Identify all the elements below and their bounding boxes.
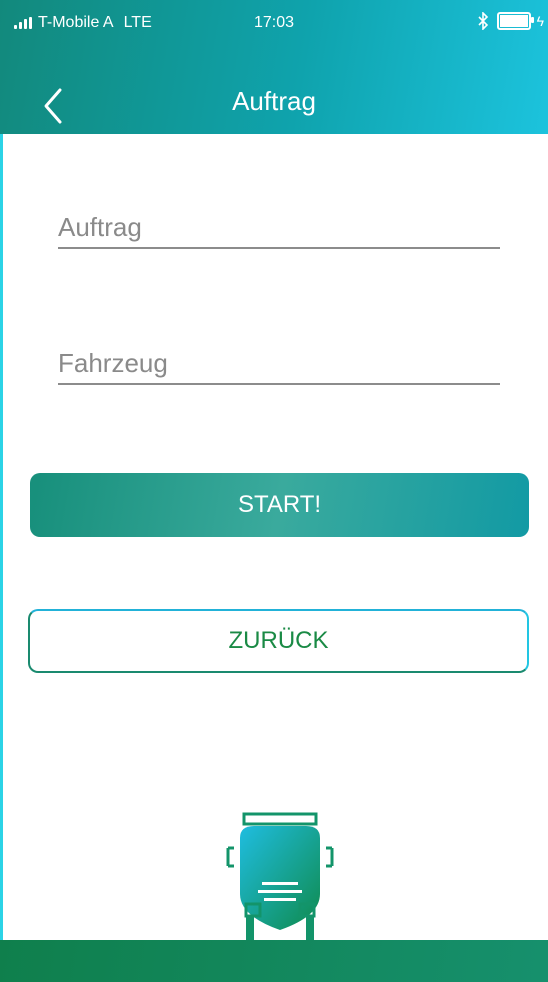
back-button[interactable]: ZURÜCK <box>28 609 529 673</box>
status-time: 17:03 <box>253 14 295 31</box>
footer-bar <box>0 940 548 982</box>
fahrzeug-input[interactable] <box>58 348 500 379</box>
bluetooth-icon <box>478 12 488 30</box>
status-bar: T-Mobile A LTE 17:03 ϟ <box>0 0 548 46</box>
battery-icon <box>496 12 534 30</box>
auftrag-input[interactable] <box>58 212 500 243</box>
fahrzeug-field <box>58 348 500 385</box>
start-button[interactable]: START! <box>30 473 529 537</box>
page-title: Auftrag <box>232 86 316 116</box>
truck-logo-icon <box>226 812 334 940</box>
app-header: T-Mobile A LTE 17:03 ϟ Auftrag <box>0 0 548 134</box>
status-right: ϟ <box>477 12 544 30</box>
charging-icon: ϟ <box>536 13 544 29</box>
auftrag-field <box>58 212 500 249</box>
